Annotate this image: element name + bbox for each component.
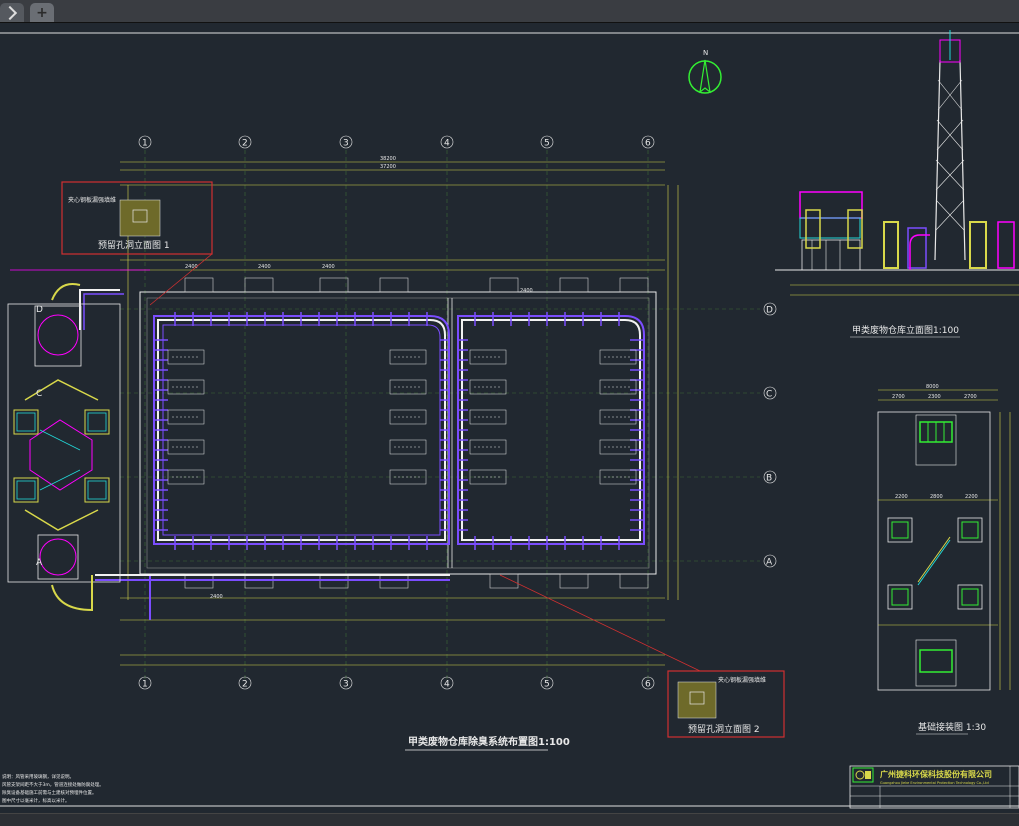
drawing-canvas[interactable]: N 1 2 3 4 5 6 1 2 3 4 5 6 D C B A 38200 37200 2400 24… [0,23,1019,813]
dim-seg-5: 2400 [210,594,223,600]
company-name-en: Guangzhou Jieke Environmental Protection… [880,781,989,785]
svg-text:2: 2 [242,680,248,690]
svg-text:D: D [766,306,773,316]
detail-2-title: 预留孔洞立面图 2 [688,723,760,735]
svg-text:2: 2 [242,139,248,149]
svg-text:A: A [36,558,43,568]
drawing-tab[interactable] [0,3,24,22]
svg-text:3: 3 [343,680,349,690]
svg-text:4: 4 [444,680,450,690]
svg-text:1: 1 [142,680,148,690]
dim-seg-2: 2400 [258,264,271,270]
svg-text:5: 5 [544,680,550,690]
dim-overall: 38200 [380,156,396,162]
foundation-title: 基础接装图 1:30 [918,721,986,733]
svg-text:C: C [766,390,772,400]
tab-bar: + [0,0,1019,23]
menu-icon [2,5,18,20]
svg-text:2800: 2800 [930,494,943,500]
svg-text:2300: 2300 [928,394,941,400]
svg-text:2700: 2700 [964,394,977,400]
new-tab-button[interactable]: + [30,3,54,22]
note-line: 除臭设备基础施工前需与土建核对预埋件位置。 [2,789,97,796]
svg-text:C: C [36,389,42,399]
detail-1-note: 夹心钢板漏强填维 [68,196,116,204]
note-line: 风管支架间距不大于3m，管道连接处做防腐处理。 [2,781,104,788]
svg-text:1: 1 [142,139,148,149]
detail-2-note: 夹心钢板漏强填维 [718,676,766,684]
note-line: 图中尺寸以毫米计，标高以米计。 [2,797,70,804]
svg-text:8000: 8000 [926,384,939,390]
svg-text:6: 6 [645,139,651,149]
svg-text:D: D [36,305,43,315]
detail-1-title: 预留孔洞立面图 1 [98,239,170,251]
svg-text:4: 4 [444,139,450,149]
svg-text:A: A [766,558,773,568]
status-bar [0,813,1019,826]
elevation-title: 甲类废物仓库立面图1:100 [852,324,959,336]
svg-text:N: N [703,49,708,57]
plan-title: 甲类废物仓库除臭系统布置图1:100 [408,735,570,748]
svg-text:2700: 2700 [892,394,905,400]
dim-seg-4: 2400 [520,288,533,294]
svg-text:2200: 2200 [895,494,908,500]
svg-text:3: 3 [343,139,349,149]
svg-text:6: 6 [645,680,651,690]
company-name: 广州捷科环保科技股份有限公司 [880,769,992,779]
dim-total: 37200 [380,164,396,170]
plus-icon: + [36,4,48,21]
dim-seg-3: 2400 [322,264,335,270]
svg-text:5: 5 [544,139,550,149]
note-line: 说明：风管采用玻璃钢，详见说明。 [2,773,74,780]
svg-text:2200: 2200 [965,494,978,500]
svg-text:B: B [766,474,772,484]
